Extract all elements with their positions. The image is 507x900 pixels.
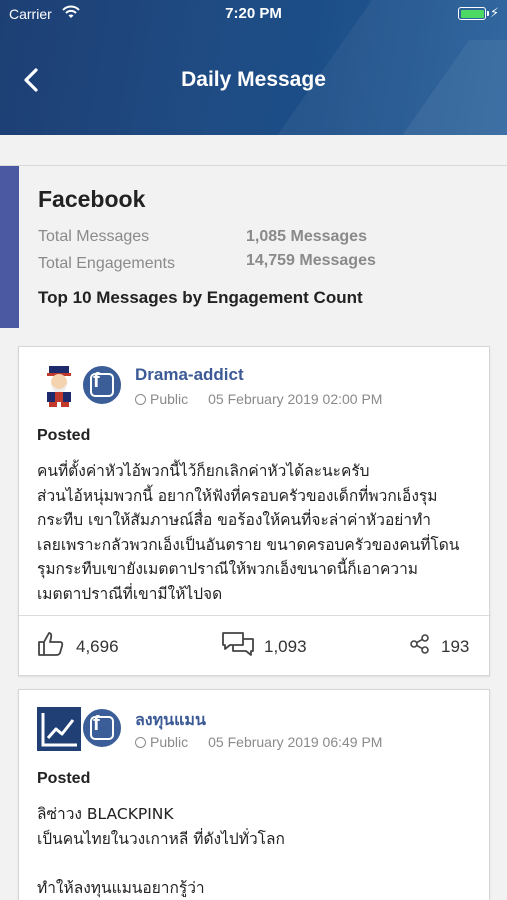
chart-avatar-icon — [37, 707, 81, 751]
page-title: Daily Message — [181, 68, 326, 91]
post-text: คนที่ตั้งค่าหัวไอ้พวกนี้ไว้ก็ยกเลิกค่าหั… — [37, 462, 460, 603]
post-author[interactable]: Drama-addict — [135, 365, 244, 385]
share-icon[interactable] — [409, 631, 431, 657]
platform-title: Facebook — [38, 186, 146, 212]
post-date: 05 February 2019 06:49 PM — [208, 734, 383, 750]
facebook-icon: f — [81, 707, 123, 749]
comment-icon[interactable] — [221, 631, 255, 657]
facebook-icon: f — [81, 364, 123, 406]
summary-panel: Facebook Total Messages 1,085 Messages T… — [0, 166, 507, 328]
total-engagements-value: 14,759 Messages — [246, 252, 376, 269]
globe-icon — [135, 394, 146, 405]
total-engagements-label: Total Engagements — [38, 255, 175, 272]
globe-icon — [135, 737, 146, 748]
post-visibility: Public — [150, 734, 189, 750]
like-icon[interactable] — [37, 631, 65, 657]
post-type: Posted — [37, 427, 91, 444]
post-card[interactable]: f Drama-addict Public 05 February 2019 02… — [18, 346, 491, 676]
comment-count: 1,093 — [264, 637, 307, 656]
post-date: 05 February 2019 02:00 PM — [208, 391, 383, 407]
status-bar: Carrier 7:20 PM ⚡ — [0, 0, 507, 30]
divider — [19, 615, 491, 616]
cartoon-avatar-icon — [47, 366, 71, 407]
battery-icon — [458, 7, 489, 20]
total-messages-label: Total Messages — [38, 228, 150, 245]
share-count: 193 — [441, 637, 470, 656]
total-messages-value: 1,085 Messages — [246, 228, 367, 245]
post-card[interactable]: f ลงทุนแมน Public 05 February 2019 06:49 … — [18, 689, 490, 900]
header-bar: Carrier 7:20 PM ⚡ Daily Message — [0, 0, 507, 135]
section-title: Top 10 Messages by Engagement Count — [38, 288, 363, 307]
post-meta: Public 05 February 2019 06:49 PM — [135, 734, 382, 750]
accent-bar — [0, 166, 19, 328]
post-text: ลิซ่าวง BLACKPINK เป็นคนไทยในวงเกาหลี ที… — [37, 805, 285, 897]
post-visibility: Public — [150, 391, 189, 407]
post-author[interactable]: ลงทุนแมน — [135, 708, 206, 733]
post-meta: Public 05 February 2019 02:00 PM — [135, 391, 382, 407]
post-type: Posted — [37, 770, 91, 787]
charging-icon: ⚡ — [490, 5, 500, 20]
status-time: 7:20 PM — [225, 5, 282, 22]
like-count: 4,696 — [76, 637, 119, 656]
